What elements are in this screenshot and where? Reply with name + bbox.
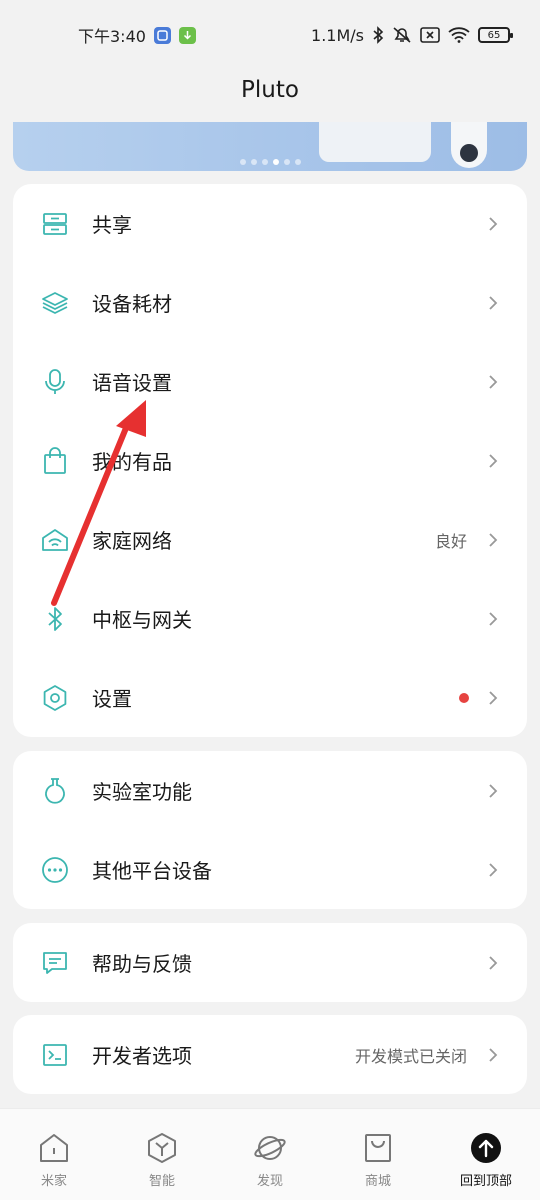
nav-tab-label: 回到顶部 bbox=[459, 1174, 512, 1189]
nav-tab-discover[interactable]: 发现 bbox=[230, 1131, 310, 1189]
menu-item-label: 帮助与反馈 bbox=[92, 952, 192, 976]
banner-dot bbox=[294, 159, 301, 165]
no-sim-icon bbox=[420, 27, 440, 43]
cube-icon bbox=[148, 1133, 176, 1163]
nav-tab-back-to-top[interactable]: 回到顶部 bbox=[446, 1131, 526, 1189]
nav-tab-label: 智能 bbox=[148, 1174, 175, 1189]
menu-item-help-feedback[interactable]: 帮助与反馈 bbox=[13, 923, 527, 1002]
chevron-right-icon bbox=[489, 955, 498, 970]
menu-card-main: 共享 设备耗材 语音设置 我的有品 家庭网络 良好 中枢与网关 设置 bbox=[13, 184, 527, 737]
menu-item-youpin[interactable]: 我的有品 bbox=[13, 421, 527, 500]
network-speed: 1.1M/s bbox=[311, 25, 364, 45]
status-time: 下午3:40 bbox=[78, 27, 146, 46]
banner-dot bbox=[283, 159, 290, 165]
chevron-right-icon bbox=[489, 216, 498, 231]
bluetooth-status-icon bbox=[373, 26, 384, 44]
chevron-right-icon bbox=[489, 690, 498, 705]
nav-tab-label: 发现 bbox=[256, 1174, 283, 1189]
menu-item-label: 中枢与网关 bbox=[92, 608, 192, 632]
more-circle-icon bbox=[41, 856, 69, 884]
banner-dot-active bbox=[272, 159, 279, 165]
menu-item-hub-gateway[interactable]: 中枢与网关 bbox=[13, 579, 527, 658]
chevron-right-icon bbox=[489, 453, 498, 468]
menu-item-label: 开发者选项 bbox=[92, 1044, 192, 1068]
chevron-right-icon bbox=[489, 611, 498, 626]
developer-mode-status: 开发模式已关闭 bbox=[354, 1046, 467, 1066]
banner-dot bbox=[261, 159, 268, 165]
hexagon-settings-icon bbox=[41, 684, 69, 712]
menu-card-lab: 实验室功能 其他平台设备 bbox=[13, 751, 527, 909]
bottom-navigation: 米家 智能 发现 商城 回到顶部 bbox=[0, 1108, 540, 1200]
menu-item-voice-settings[interactable]: 语音设置 bbox=[13, 342, 527, 421]
home-wifi-icon bbox=[41, 526, 69, 554]
banner-dot bbox=[250, 159, 257, 165]
battery-level: 65 bbox=[487, 29, 501, 41]
menu-item-label: 共享 bbox=[92, 213, 132, 237]
nav-tab-label: 商城 bbox=[364, 1174, 391, 1189]
microphone-icon bbox=[41, 368, 69, 396]
chevron-right-icon bbox=[489, 862, 498, 877]
menu-item-label: 设置 bbox=[92, 687, 132, 711]
menu-item-label: 语音设置 bbox=[92, 371, 172, 395]
promo-banner[interactable] bbox=[13, 122, 527, 171]
flask-icon bbox=[41, 777, 69, 805]
planet-icon bbox=[254, 1136, 286, 1160]
nav-tab-smart[interactable]: 智能 bbox=[122, 1131, 202, 1189]
terminal-icon bbox=[41, 1041, 69, 1069]
layers-icon bbox=[41, 289, 69, 317]
chevron-right-icon bbox=[489, 295, 498, 310]
menu-card-developer: 开发者选项 开发模式已关闭 bbox=[13, 1015, 527, 1094]
notification-dot bbox=[459, 692, 469, 703]
shopping-bag-icon bbox=[41, 446, 69, 475]
nav-tab-label: 米家 bbox=[40, 1174, 67, 1189]
menu-item-consumables[interactable]: 设备耗材 bbox=[13, 263, 527, 342]
menu-item-developer-options[interactable]: 开发者选项 开发模式已关闭 bbox=[13, 1015, 527, 1094]
bluetooth-icon bbox=[41, 605, 69, 633]
menu-item-lab-features[interactable]: 实验室功能 bbox=[13, 751, 527, 830]
battery-indicator: 65 bbox=[478, 27, 513, 43]
banner-pagination bbox=[13, 159, 527, 165]
menu-item-label: 家庭网络 bbox=[92, 529, 172, 553]
menu-card-help: 帮助与反馈 bbox=[13, 923, 527, 1002]
menu-item-other-platform-devices[interactable]: 其他平台设备 bbox=[13, 830, 527, 909]
mute-icon bbox=[393, 27, 411, 43]
chevron-right-icon bbox=[489, 532, 498, 547]
menu-item-label: 设备耗材 bbox=[92, 292, 172, 316]
menu-item-label: 其他平台设备 bbox=[92, 859, 212, 883]
app-notification-icon bbox=[153, 26, 171, 44]
download-notification-icon bbox=[178, 26, 196, 44]
wifi-icon bbox=[448, 27, 470, 43]
share-icon bbox=[41, 210, 69, 238]
network-status-value: 良好 bbox=[434, 531, 467, 551]
shop-bag-icon bbox=[365, 1134, 391, 1162]
nav-tab-store[interactable]: 商城 bbox=[338, 1131, 418, 1189]
chevron-right-icon bbox=[489, 783, 498, 798]
chevron-right-icon bbox=[489, 374, 498, 389]
status-bar: 下午3:40 1.1M/s 65 bbox=[0, 0, 540, 70]
chevron-right-icon bbox=[489, 1047, 498, 1062]
page-title: Pluto bbox=[241, 77, 299, 103]
banner-product-image bbox=[319, 122, 431, 162]
feedback-icon bbox=[41, 949, 69, 977]
menu-item-label: 我的有品 bbox=[92, 450, 172, 474]
nav-tab-home[interactable]: 米家 bbox=[14, 1131, 94, 1189]
menu-item-home-network[interactable]: 家庭网络 良好 bbox=[13, 500, 527, 579]
menu-item-settings[interactable]: 设置 bbox=[13, 658, 527, 737]
home-icon bbox=[40, 1134, 68, 1162]
menu-item-share[interactable]: 共享 bbox=[13, 184, 527, 263]
arrow-up-circle-icon bbox=[471, 1133, 501, 1163]
banner-dot bbox=[239, 159, 246, 165]
menu-item-label: 实验室功能 bbox=[92, 780, 192, 804]
